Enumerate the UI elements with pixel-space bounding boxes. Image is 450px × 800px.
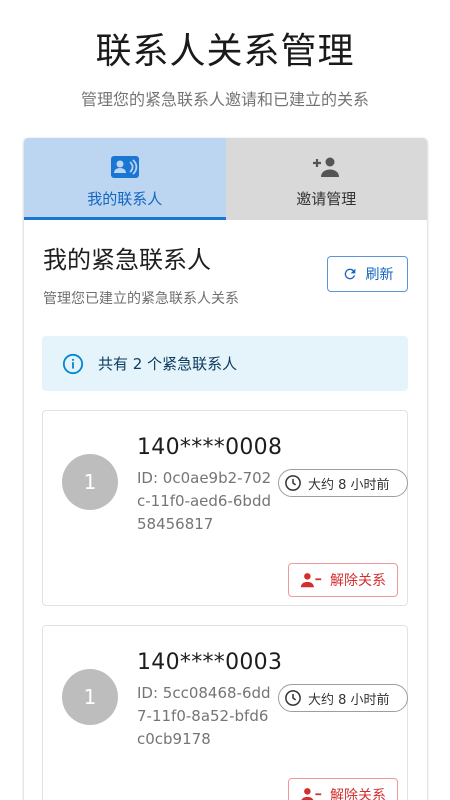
tab-my-contacts[interactable]: 我的联系人 <box>24 138 226 220</box>
clock-icon <box>285 475 301 491</box>
refresh-icon <box>344 268 355 280</box>
contact-card: 1 140****0003 ID: 5cc08468-6dd7-11f0-8a5… <box>42 625 408 800</box>
avatar: 1 <box>62 454 118 510</box>
tab-invitations[interactable]: 邀请管理 <box>225 138 427 220</box>
info-alert: 共有 2 个紧急联系人 <box>42 336 408 391</box>
time-text: 大约 8 小时前 <box>308 477 390 493</box>
avatar: 1 <box>62 669 118 725</box>
tab-label: 邀请管理 <box>296 190 357 208</box>
contact-id: ID: 5cc08468-6dd7-11f0-8a52-bfd6c0cb9178 <box>137 684 271 748</box>
contact-phone: 140****0008 <box>137 435 283 460</box>
remove-label: 解除关系 <box>330 788 386 800</box>
clock-icon <box>285 690 301 706</box>
person-remove-icon <box>300 573 322 588</box>
remove-relation-button[interactable]: 解除关系 <box>288 563 398 597</box>
remove-relation-button[interactable]: 解除关系 <box>288 778 398 800</box>
refresh-label: 刷新 <box>365 267 394 283</box>
contact-id: ID: 0c0ae9b2-702c-11f0-aed6-6bdd58456817 <box>137 469 272 533</box>
time-chip: 大约 8 小时前 <box>278 684 408 712</box>
person-remove-icon <box>301 788 322 800</box>
contact-card: 1 140****0008 ID: 0c0ae9b2-702c-11f0-aed… <box>42 410 408 606</box>
contact-card-icon <box>110 154 140 180</box>
main-card: 我的联系人 邀请管理 我的紧急联系人 管理您已建立的紧急联系人关系 刷新 共有 … <box>24 138 427 800</box>
page-subtitle: 管理您的紧急联系人邀请和已建立的关系 <box>80 90 369 109</box>
contact-phone: 140****0003 <box>137 650 283 675</box>
section-subtitle: 管理您已建立的紧急联系人关系 <box>43 291 239 307</box>
tab-indicator <box>24 217 226 220</box>
tab-bar: 我的联系人 邀请管理 <box>24 138 427 220</box>
info-icon <box>62 353 84 374</box>
time-chip: 大约 8 小时前 <box>278 469 408 497</box>
time-text: 大约 8 小时前 <box>308 692 390 708</box>
section-title: 我的紧急联系人 <box>43 246 211 274</box>
person-add-icon <box>311 154 341 180</box>
tab-label: 我的联系人 <box>87 190 163 208</box>
remove-label: 解除关系 <box>330 573 386 589</box>
refresh-button[interactable]: 刷新 <box>327 256 408 292</box>
info-text: 共有 2 个紧急联系人 <box>98 355 238 373</box>
page-title: 联系人关系管理 <box>95 31 355 72</box>
